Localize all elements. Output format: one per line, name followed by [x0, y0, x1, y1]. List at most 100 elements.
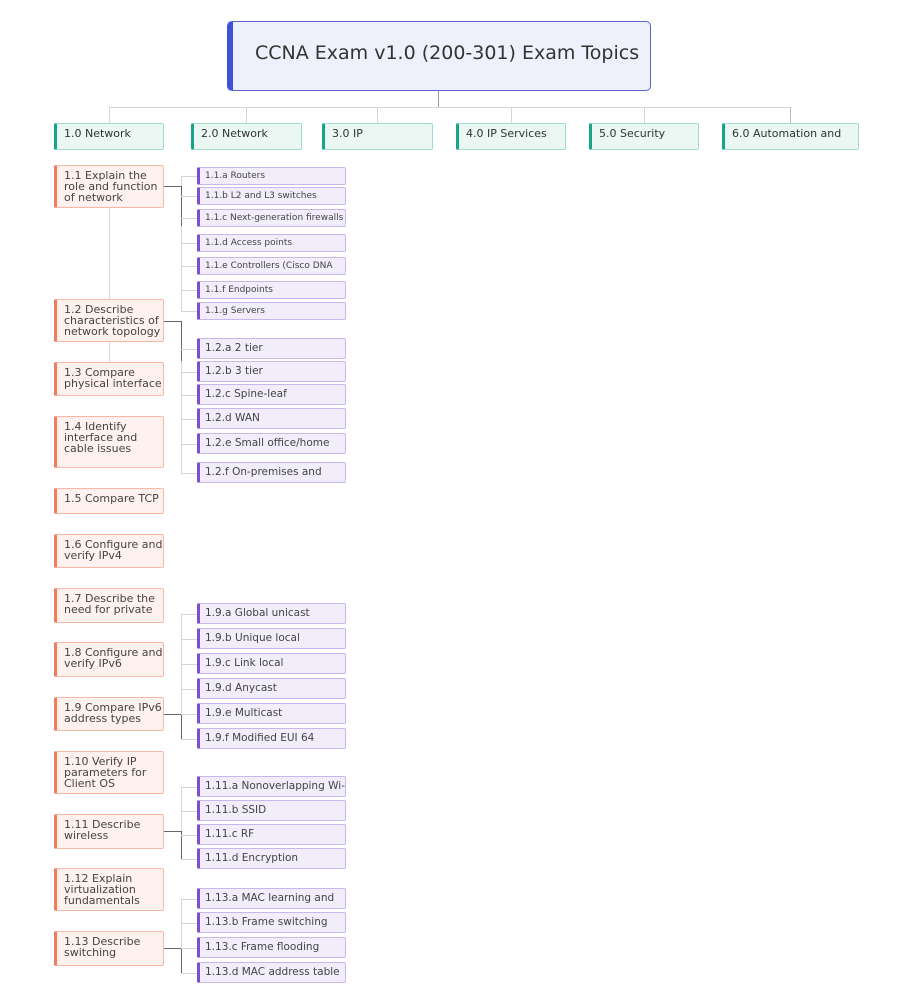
- subtopic-label: 1.13.d MAC address table: [205, 966, 340, 978]
- topic-1-12[interactable]: 1.12 Explain virtualization fundamentals: [54, 868, 164, 911]
- category-network-fundamentals[interactable]: 1.0 Network: [54, 123, 164, 150]
- category-ip-connectivity[interactable]: 3.0 IP: [322, 123, 433, 150]
- topic-label: 1.13 Describe switching: [64, 935, 141, 959]
- subtopic-item[interactable]: 1.11.a Nonoverlapping Wi-: [197, 776, 346, 797]
- subtopic-label: 1.1.d Access points: [205, 238, 293, 248]
- topic-1-6[interactable]: 1.6 Configure and verify IPv4: [54, 534, 164, 568]
- category-label: 1.0 Network: [64, 127, 131, 140]
- subtopic-label: 1.1.a Routers: [205, 171, 266, 181]
- topic-label: 1.4 Identify interface and cable issues: [64, 420, 138, 455]
- subtopic-item[interactable]: 1.9.b Unique local: [197, 628, 346, 649]
- topic-1-2[interactable]: 1.2 Describe characteristics of network …: [54, 299, 164, 342]
- cat-drop-3: [377, 107, 378, 123]
- subtopic-item[interactable]: 1.1.f Endpoints: [197, 281, 346, 299]
- category-ip-services[interactable]: 4.0 IP Services: [456, 123, 566, 150]
- subtopic-item[interactable]: 1.9.f Modified EUI 64: [197, 728, 346, 749]
- subtopic-label: 1.13.b Frame switching: [205, 916, 328, 928]
- subtopic-item[interactable]: 1.2.b 3 tier: [197, 361, 346, 382]
- topic-1-8[interactable]: 1.8 Configure and verify IPv6: [54, 642, 164, 677]
- connector-branch: [181, 858, 197, 860]
- subtopic-item[interactable]: 1.9.a Global unicast: [197, 603, 346, 624]
- subtopic-item[interactable]: 1.9.c Link local: [197, 653, 346, 674]
- root-connector: [438, 91, 439, 107]
- topic-label: 1.10 Verify IP parameters for Client OS: [64, 755, 147, 790]
- subtopic-label: 1.2.d WAN: [205, 412, 260, 424]
- topic-1-7[interactable]: 1.7 Describe the need for private: [54, 588, 164, 623]
- subtopic-item[interactable]: 1.11.d Encryption: [197, 848, 346, 869]
- connector-branch: [181, 663, 197, 665]
- category-label: 3.0 IP: [332, 127, 363, 140]
- category-label: 5.0 Security: [599, 127, 666, 140]
- subtopic-item[interactable]: 1.2.d WAN: [197, 408, 346, 429]
- subtopic-item[interactable]: 1.1.d Access points: [197, 234, 346, 252]
- connector-branch: [181, 472, 197, 474]
- connector-branch: [181, 371, 197, 373]
- subtopic-item[interactable]: 1.9.d Anycast: [197, 678, 346, 699]
- subtopic-item[interactable]: 1.1.c Next-generation firewalls: [197, 209, 346, 227]
- subtopic-label: 1.13.c Frame flooding: [205, 941, 320, 953]
- cat-drop-6: [790, 107, 791, 123]
- category-security[interactable]: 5.0 Security: [589, 123, 699, 150]
- connector-branch: [181, 348, 197, 350]
- subtopic-item[interactable]: 1.1.g Servers: [197, 302, 346, 320]
- topic-label: 1.7 Describe the need for private: [64, 592, 155, 616]
- subtopic-item[interactable]: 1.13.b Frame switching: [197, 912, 346, 933]
- subtopic-label: 1.9.f Modified EUI 64: [205, 732, 315, 744]
- topic-1-13[interactable]: 1.13 Describe switching: [54, 931, 164, 966]
- subtopic-item[interactable]: 1.11.c RF: [197, 824, 346, 845]
- subtopic-item[interactable]: 1.2.a 2 tier: [197, 338, 346, 359]
- connector-stub: [164, 321, 181, 322]
- cat-drop-4: [511, 107, 512, 123]
- connector-stub: [164, 948, 181, 949]
- subtopic-item[interactable]: 1.2.e Small office/home: [197, 433, 346, 454]
- category-automation[interactable]: 6.0 Automation and: [722, 123, 859, 150]
- subtopic-label: 1.2.e Small office/home: [205, 437, 330, 449]
- cat-drop-2: [246, 107, 247, 123]
- cat-drop-1: [109, 107, 110, 123]
- subtopic-item[interactable]: 1.1.a Routers: [197, 167, 346, 185]
- connector-branch: [181, 290, 197, 291]
- connector-spine-active: [181, 321, 182, 361]
- topic-1-9[interactable]: 1.9 Compare IPv6 address types: [54, 697, 164, 731]
- topic-1-3[interactable]: 1.3 Compare physical interface: [54, 362, 164, 396]
- subtopic-item[interactable]: 1.1.e Controllers (Cisco DNA: [197, 257, 346, 275]
- subtopic-label: 1.1.e Controllers (Cisco DNA: [205, 261, 333, 271]
- topic-label: 1.9 Compare IPv6 address types: [64, 701, 162, 725]
- connector-branch: [181, 713, 197, 715]
- topic-label: 1.2 Describe characteristics of network …: [64, 303, 161, 338]
- subtopic-item[interactable]: 1.2.f On-premises and: [197, 462, 346, 483]
- topic-1-10[interactable]: 1.10 Verify IP parameters for Client OS: [54, 751, 164, 794]
- connector-branch: [181, 688, 197, 690]
- topic-1-4[interactable]: 1.4 Identify interface and cable issues: [54, 416, 164, 468]
- connector-branch: [181, 786, 197, 788]
- connector-branch: [181, 972, 197, 974]
- topic-label: 1.3 Compare physical interface: [64, 366, 162, 390]
- subtopic-item[interactable]: 1.11.b SSID: [197, 800, 346, 821]
- subtopic-item[interactable]: 1.1.b L2 and L3 switches: [197, 187, 346, 205]
- subtopic-item[interactable]: 1.2.c Spine-leaf: [197, 384, 346, 405]
- root-node[interactable]: CCNA Exam v1.0 (200-301) Exam Topics: [227, 21, 651, 91]
- connector-spine-active: [181, 186, 182, 226]
- category-label: 4.0 IP Services: [466, 127, 547, 140]
- subtopic-label: 1.2.b 3 tier: [205, 365, 263, 377]
- cat-drop-5: [644, 107, 645, 123]
- connector-branch: [181, 218, 197, 219]
- subtopic-label: 1.9.c Link local: [205, 657, 284, 669]
- subtopic-item[interactable]: 1.13.d MAC address table: [197, 962, 346, 983]
- connector-branch: [181, 394, 197, 396]
- topic-1-5[interactable]: 1.5 Compare TCP: [54, 488, 164, 514]
- topic-1-1[interactable]: 1.1 Explain the role and function of net…: [54, 165, 164, 208]
- connector-branch: [181, 311, 197, 312]
- subtopic-label: 1.1.g Servers: [205, 306, 265, 316]
- topic-label: 1.5 Compare TCP: [64, 492, 159, 505]
- connector-branch: [181, 738, 197, 740]
- subtopic-label: 1.11.a Nonoverlapping Wi-: [205, 780, 345, 792]
- topic-1-11[interactable]: 1.11 Describe wireless: [54, 814, 164, 849]
- connector-stub: [164, 831, 181, 832]
- subtopic-item[interactable]: 1.13.a MAC learning and: [197, 888, 346, 909]
- category-network-access[interactable]: 2.0 Network: [191, 123, 302, 150]
- subtopic-label: 1.13.a MAC learning and: [205, 892, 335, 904]
- subtopic-item[interactable]: 1.13.c Frame flooding: [197, 937, 346, 958]
- subtopic-label: 1.11.c RF: [205, 828, 255, 840]
- subtopic-item[interactable]: 1.9.e Multicast: [197, 703, 346, 724]
